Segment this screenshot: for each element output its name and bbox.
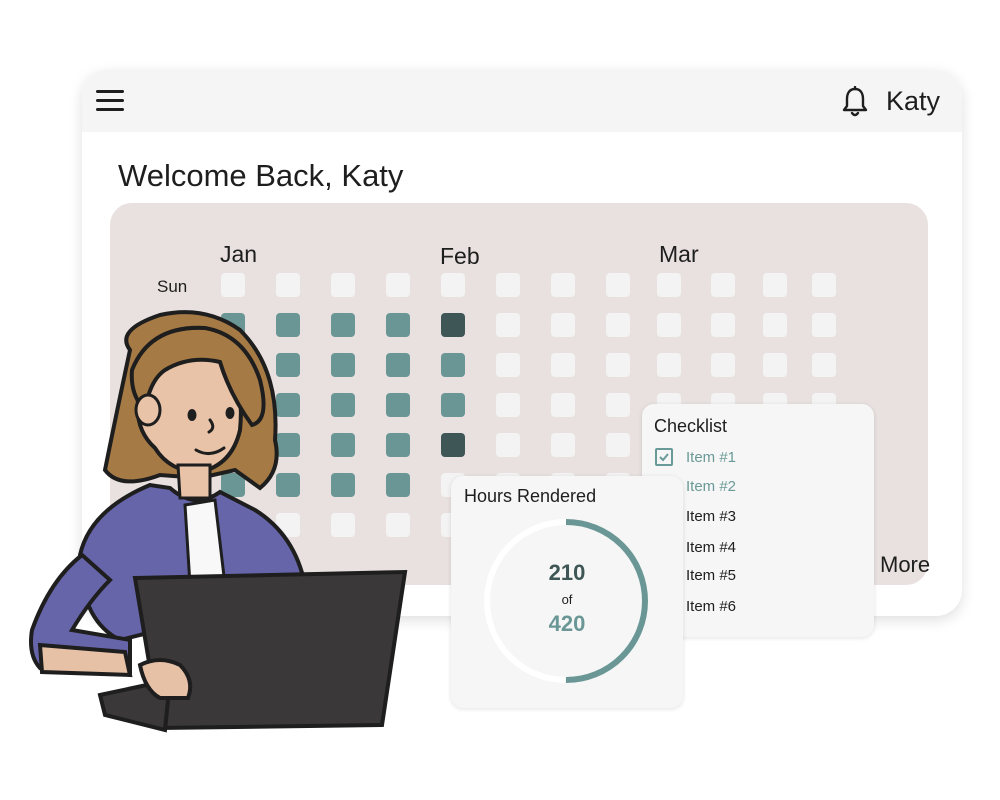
bell-icon[interactable] [840, 86, 870, 118]
month-label-mar: Mar [659, 241, 699, 267]
more-link[interactable]: More [880, 552, 930, 578]
checklist-item[interactable]: Item #4 [686, 539, 736, 556]
calendar-day-cell [496, 313, 520, 337]
checklist-item[interactable]: Item #5 [686, 567, 736, 584]
hours-of-label: of [561, 592, 573, 607]
checklist-item[interactable]: Item #1 [686, 449, 736, 466]
calendar-day-cell [276, 273, 300, 297]
calendar-day-cell [496, 273, 520, 297]
calendar-day-cell [657, 353, 681, 377]
calendar-day-cell [606, 313, 630, 337]
calendar-day-cell [441, 313, 465, 337]
checklist-item[interactable]: Item #2 [686, 478, 736, 495]
calendar-day-cell [496, 433, 520, 457]
month-label-jan: Jan [220, 241, 258, 267]
calendar-day-cell [812, 273, 836, 297]
calendar-day-cell [496, 353, 520, 377]
checklist-item[interactable]: Item #6 [686, 598, 736, 615]
checklist-item[interactable]: Item #3 [686, 508, 736, 525]
calendar-day-cell [331, 273, 355, 297]
hamburger-menu-icon[interactable] [96, 90, 124, 112]
calendar-day-cell [763, 313, 787, 337]
calendar-day-cell [711, 273, 735, 297]
calendar-day-cell [812, 353, 836, 377]
calendar-day-cell [386, 273, 410, 297]
calendar-day-cell [441, 433, 465, 457]
calendar-day-cell [551, 313, 575, 337]
calendar-day-cell [551, 393, 575, 417]
hours-total: 420 [548, 611, 586, 636]
calendar-day-cell [496, 393, 520, 417]
page-title: Welcome Back, Katy [118, 158, 404, 193]
calendar-day-cell [763, 273, 787, 297]
calendar-day-cell [711, 313, 735, 337]
hours-title: Hours Rendered [464, 486, 597, 506]
hours-rendered-card: Hours Rendered 210 of 420 [451, 476, 683, 708]
checklist-title: Checklist [654, 416, 728, 436]
calendar-day-cell [657, 313, 681, 337]
month-label-feb: Feb [440, 243, 480, 269]
checkbox-checked-icon[interactable] [655, 448, 673, 466]
calendar-day-cell [606, 273, 630, 297]
user-name[interactable]: Katy [886, 86, 940, 117]
hours-value: 210 [548, 560, 586, 585]
top-bar: Katy [82, 70, 962, 132]
calendar-day-cell [763, 353, 787, 377]
calendar-day-cell [551, 433, 575, 457]
calendar-day-cell [812, 313, 836, 337]
calendar-day-cell [551, 353, 575, 377]
day-label-sun: Sun [157, 277, 188, 296]
calendar-day-cell [441, 353, 465, 377]
calendar-day-cell [606, 433, 630, 457]
calendar-day-cell [441, 273, 465, 297]
calendar-day-cell [441, 393, 465, 417]
calendar-day-cell [221, 273, 245, 297]
calendar-day-cell [657, 273, 681, 297]
calendar-day-cell [711, 353, 735, 377]
calendar-day-cell [606, 353, 630, 377]
calendar-day-cell [551, 273, 575, 297]
calendar-day-cell [606, 393, 630, 417]
woman-with-laptop-illustration [29, 310, 408, 733]
